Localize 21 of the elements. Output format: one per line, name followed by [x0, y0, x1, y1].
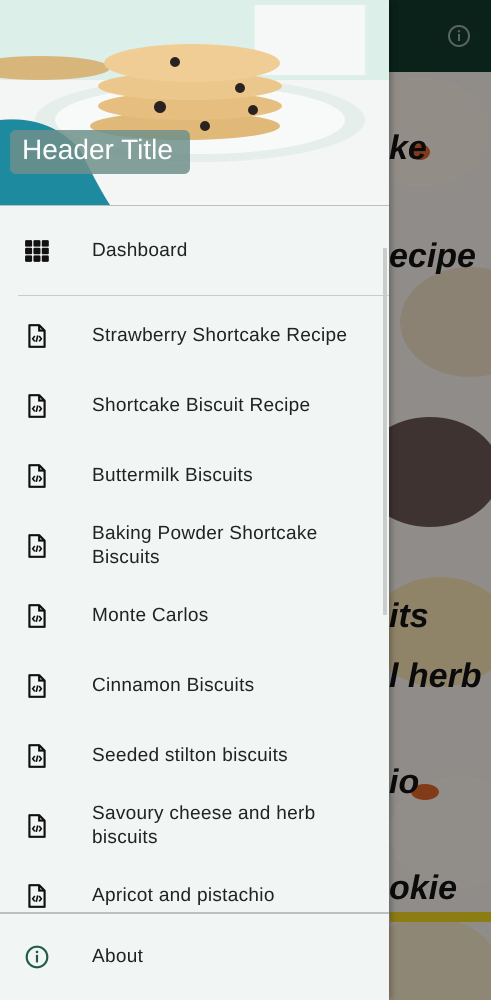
recipe-item[interactable]: Seeded stilton biscuits	[0, 721, 389, 791]
card-title: its	[389, 596, 429, 636]
recipe-item[interactable]: Baking Powder Shortcake Biscuits	[0, 511, 389, 581]
card-title: l herb	[389, 656, 482, 696]
grid-icon	[24, 238, 50, 264]
card-title: ke	[389, 128, 427, 168]
card-title: io	[389, 762, 420, 802]
recipe-item[interactable]: Shortcake Biscuit Recipe	[0, 371, 389, 441]
card-title: ecipe	[389, 236, 476, 276]
info-icon[interactable]	[447, 24, 471, 48]
card-title: okie	[389, 868, 458, 908]
recipe-item[interactable]: Monte Carlos	[0, 581, 389, 651]
recipe-item[interactable]: Cinnamon Biscuits	[0, 651, 389, 721]
dashboard-item[interactable]: Dashboard	[0, 206, 389, 295]
recipe-item[interactable]: Buttermilk Biscuits	[0, 441, 389, 511]
about-item[interactable]: About	[0, 922, 160, 992]
info-icon	[24, 944, 50, 970]
scrollbar[interactable]	[383, 248, 387, 615]
recipe-item[interactable]: Savoury cheese and herb biscuits	[0, 791, 389, 861]
recipe-item[interactable]: Apricot and pistachio	[0, 861, 389, 912]
recipe-item[interactable]: Strawberry Shortcake Recipe	[0, 301, 389, 371]
